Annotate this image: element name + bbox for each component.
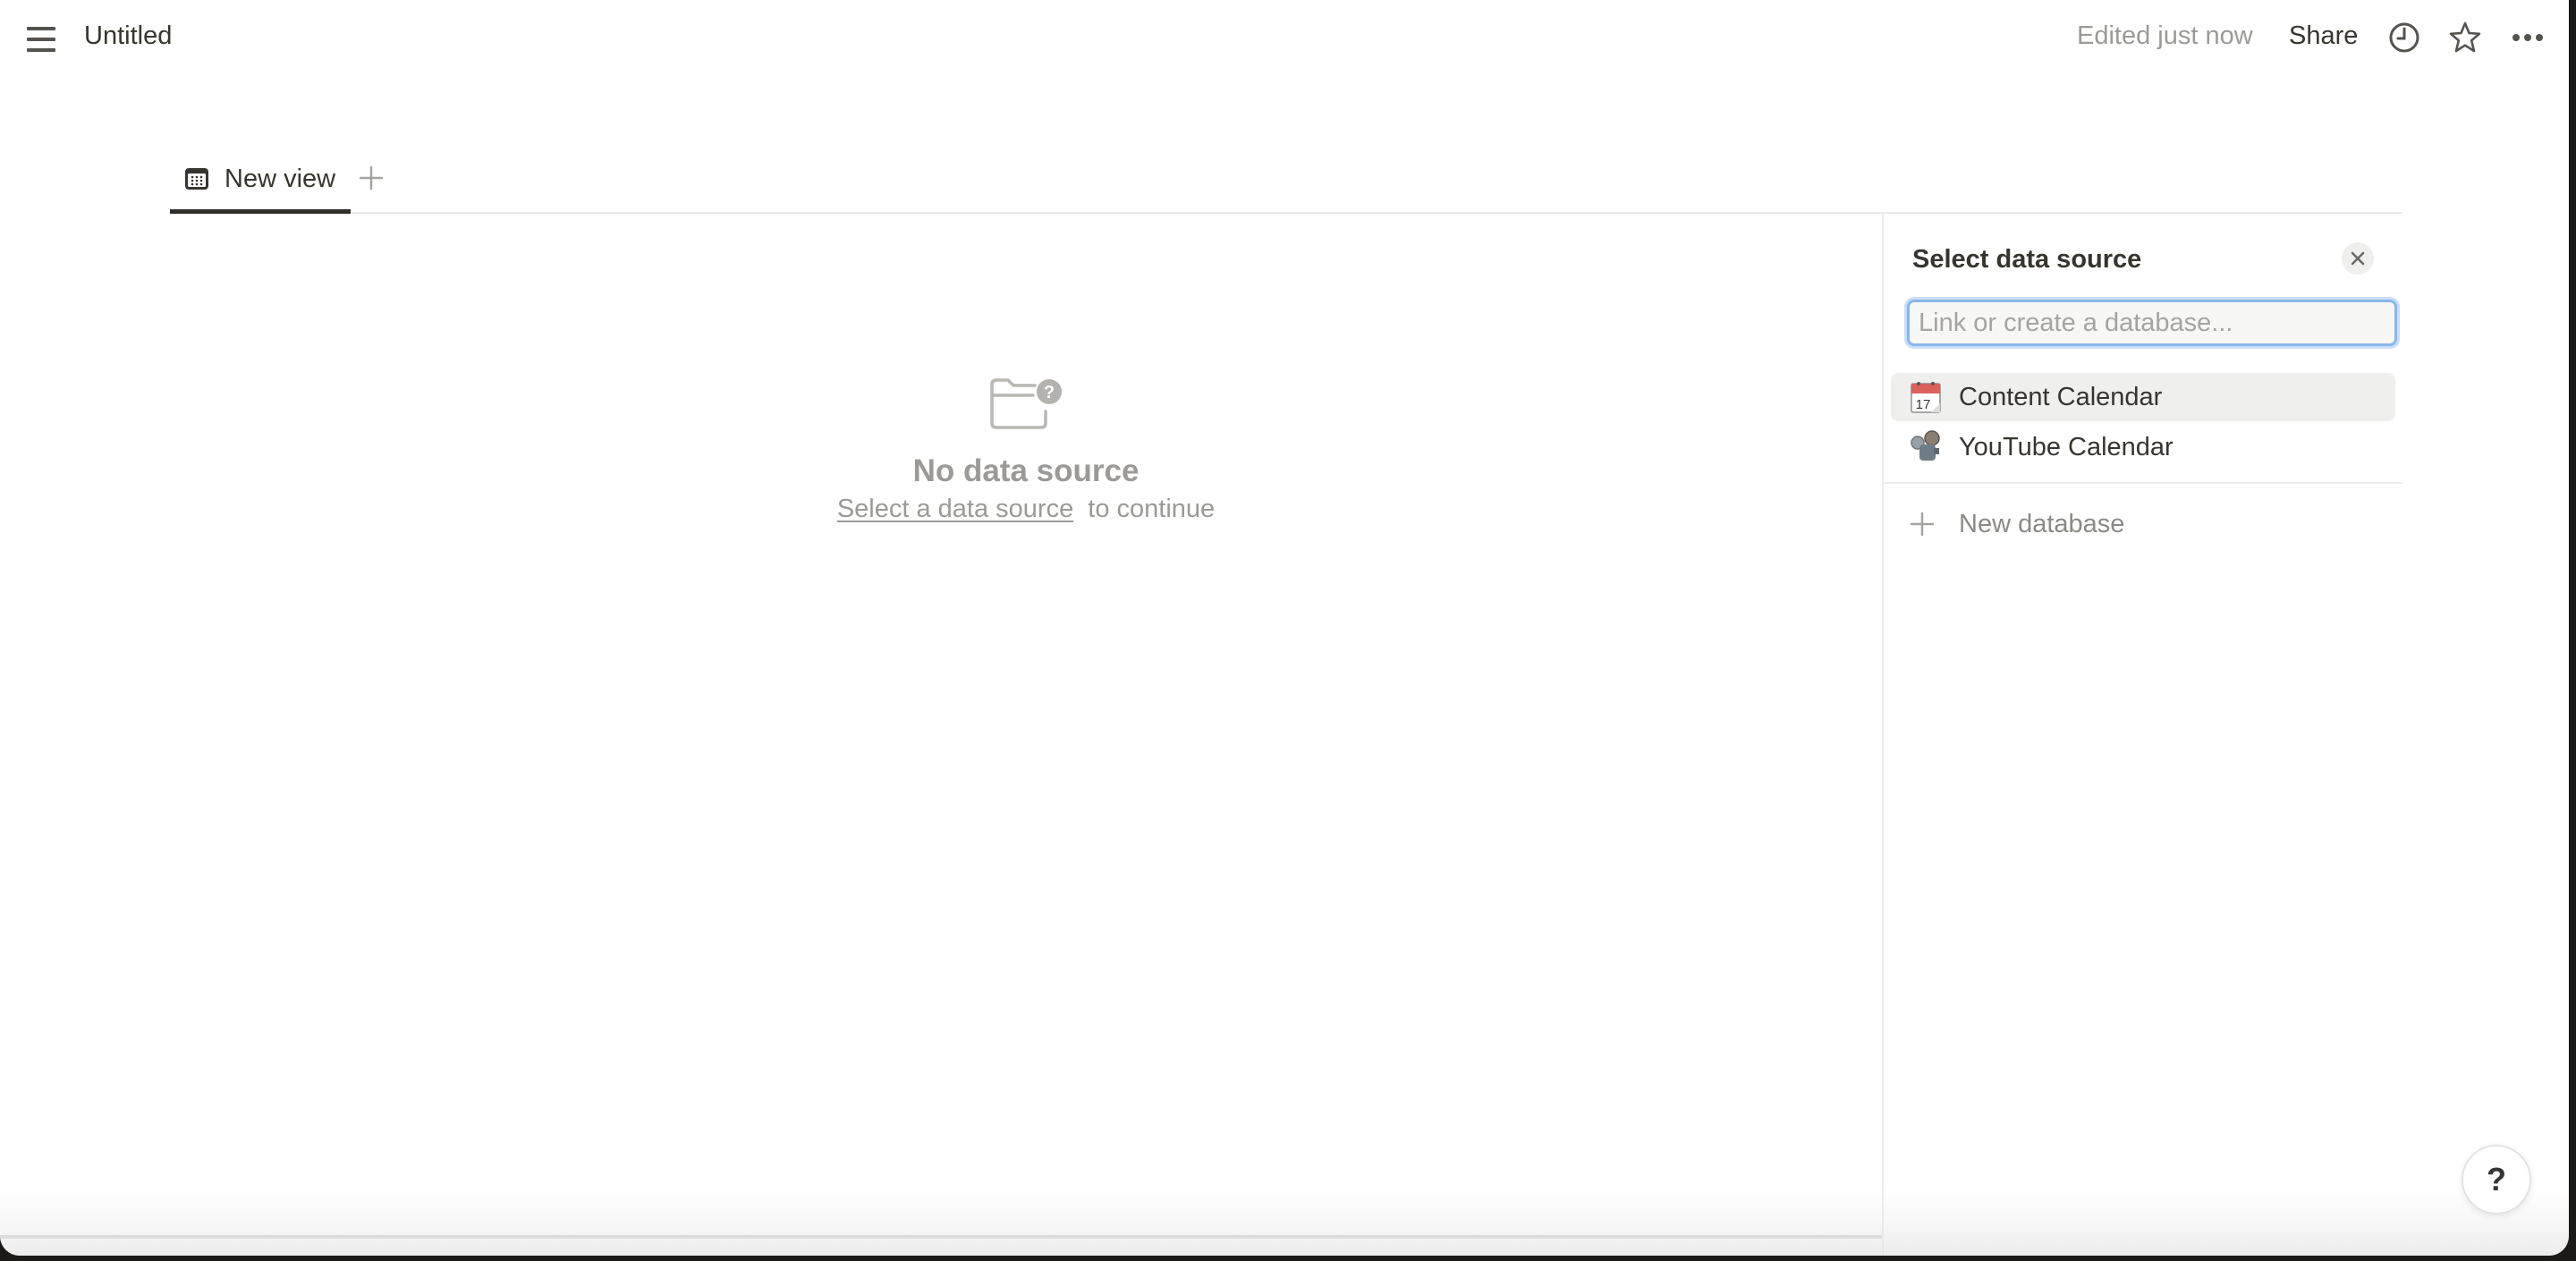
clock-icon[interactable] bbox=[2386, 20, 2422, 55]
close-button[interactable] bbox=[2342, 242, 2374, 275]
list-item-label: YouTube Calendar bbox=[1959, 432, 2174, 461]
new-database-button[interactable]: New database bbox=[1909, 502, 2124, 546]
empty-state: ? No data source Select a data source to… bbox=[170, 376, 1882, 524]
plus-icon bbox=[1910, 512, 1935, 537]
calendar-emoji-icon: 17 bbox=[1909, 380, 1943, 414]
list-item-youtube-calendar[interactable]: YouTube Calendar bbox=[1891, 423, 2395, 471]
tab-new-view[interactable]: New view bbox=[170, 159, 335, 199]
select-data-source-panel: Select data source 17 Content Calendar bbox=[1884, 214, 2402, 1256]
app-window: Untitled Edited just now Share New view bbox=[0, 0, 2569, 1256]
empty-state-title: No data source bbox=[912, 453, 1140, 488]
empty-state-subtitle: Select a data source to continue bbox=[170, 495, 1882, 524]
share-button[interactable]: Share bbox=[2289, 21, 2358, 51]
new-database-label: New database bbox=[1959, 509, 2125, 538]
list-item-label: Content Calendar bbox=[1959, 382, 2163, 411]
svg-text:?: ? bbox=[1044, 383, 1055, 402]
more-icon[interactable] bbox=[2510, 20, 2546, 55]
page-title[interactable]: Untitled bbox=[84, 21, 172, 51]
list-item-content-calendar[interactable]: 17 Content Calendar bbox=[1891, 373, 2395, 421]
tab-label: New view bbox=[225, 164, 336, 193]
help-button[interactable]: ? bbox=[2462, 1145, 2531, 1214]
panel-title: Select data source bbox=[1912, 245, 2142, 274]
add-view-icon[interactable] bbox=[358, 165, 385, 191]
close-icon bbox=[2351, 251, 2365, 266]
horizontal-scrollbar[interactable] bbox=[0, 1235, 1882, 1239]
panel-separator bbox=[1884, 482, 2402, 484]
calendar-icon bbox=[185, 168, 208, 190]
active-tab-indicator bbox=[170, 209, 351, 214]
svg-text:17: 17 bbox=[1916, 397, 1931, 412]
folder-question-icon: ? bbox=[990, 378, 1062, 429]
menu-icon[interactable] bbox=[25, 25, 57, 54]
edited-status: Edited just now bbox=[2077, 21, 2253, 50]
select-data-source-link[interactable]: Select a data source bbox=[837, 495, 1073, 523]
empty-state-suffix: to continue bbox=[1088, 495, 1216, 523]
film-projector-emoji-icon bbox=[1909, 430, 1943, 464]
star-icon[interactable] bbox=[2447, 20, 2483, 55]
database-search-input[interactable] bbox=[1907, 300, 2397, 346]
